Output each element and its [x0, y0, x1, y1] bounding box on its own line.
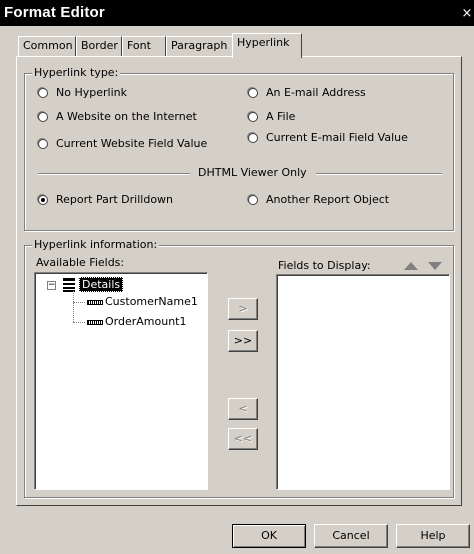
- tab-label: Border: [81, 39, 118, 52]
- tree-line: [73, 322, 85, 323]
- radio-file[interactable]: A File: [248, 110, 295, 123]
- radio-label: An E-mail Address: [266, 86, 366, 99]
- radio-label: Report Part Drilldown: [56, 193, 174, 206]
- tab-border[interactable]: Border: [76, 36, 122, 56]
- table-section-icon: [63, 278, 75, 292]
- radio-label: No Hyperlink: [56, 86, 127, 99]
- tab-paragraph[interactable]: Paragraph: [166, 36, 234, 56]
- tab-common[interactable]: Common: [18, 36, 76, 56]
- radio-button[interactable]: [248, 87, 258, 98]
- fields-to-display-label: Fields to Display:: [278, 259, 371, 272]
- remove-field-button[interactable]: <: [228, 398, 258, 420]
- fields-to-display-list[interactable]: [276, 274, 450, 490]
- cancel-button[interactable]: Cancel: [314, 524, 388, 548]
- dhtml-separator-right: [316, 173, 442, 175]
- ok-button[interactable]: OK: [232, 524, 306, 548]
- window-title: Format Editor: [4, 4, 105, 21]
- radio-report-part-drilldown[interactable]: Report Part Drilldown: [38, 193, 173, 206]
- tab-label: Common: [23, 39, 73, 52]
- radio-current-website-field[interactable]: Current Website Field Value: [38, 137, 207, 150]
- radio-label: A Website on the Internet: [56, 110, 197, 123]
- tree-item-label: OrderAmount1: [105, 315, 187, 328]
- field-icon: [87, 299, 103, 305]
- radio-website[interactable]: A Website on the Internet: [38, 110, 197, 123]
- tab-hyperlink[interactable]: Hyperlink: [232, 33, 302, 58]
- close-icon[interactable]: ×: [460, 6, 474, 22]
- tab-label: Paragraph: [171, 39, 228, 52]
- collapse-icon[interactable]: −: [47, 281, 56, 290]
- remove-all-fields-button[interactable]: <<: [228, 428, 258, 450]
- tab-label: Hyperlink: [237, 36, 290, 49]
- available-fields-tree[interactable]: − Details CustomerName1 OrderAmount1: [34, 272, 208, 490]
- available-fields-label: Available Fields:: [36, 256, 125, 269]
- radio-button[interactable]: [248, 111, 258, 122]
- tab-font[interactable]: Font: [122, 36, 166, 56]
- tree-root-details[interactable]: Details: [79, 277, 124, 292]
- radio-button[interactable]: [38, 138, 48, 149]
- hyperlink-type-title: Hyperlink type:: [32, 66, 121, 79]
- hyperlink-information-title-text: Hyperlink information:: [34, 238, 158, 251]
- radio-label: Another Report Object: [266, 193, 390, 206]
- field-icon: [87, 319, 103, 325]
- tab-label: Font: [127, 39, 151, 52]
- radio-email-address[interactable]: An E-mail Address: [248, 86, 366, 99]
- radio-button[interactable]: [38, 194, 48, 205]
- tree-line: [73, 291, 74, 322]
- radio-button[interactable]: [248, 132, 258, 143]
- radio-label: Current E-mail Field Value: [266, 131, 408, 144]
- radio-button[interactable]: [38, 111, 48, 122]
- sort-down-icon[interactable]: [428, 262, 442, 270]
- tree-item[interactable]: CustomerName1: [87, 295, 198, 308]
- radio-another-report-object[interactable]: Another Report Object: [248, 193, 389, 206]
- tree-item-label: CustomerName1: [105, 295, 198, 308]
- sort-up-icon[interactable]: [404, 262, 418, 270]
- radio-button[interactable]: [38, 87, 48, 98]
- radio-label: Current Website Field Value: [56, 137, 208, 150]
- add-all-fields-button[interactable]: >>: [228, 330, 258, 352]
- title-bar: Format Editor ×: [0, 0, 474, 26]
- radio-label: A File: [266, 110, 296, 123]
- hyperlink-type-title-text: Hyperlink type:: [34, 66, 119, 79]
- radio-no-hyperlink[interactable]: No Hyperlink: [38, 86, 127, 99]
- dhtml-separator-left: [38, 173, 190, 175]
- radio-current-email-field[interactable]: Current E-mail Field Value: [248, 131, 408, 144]
- help-button[interactable]: Help: [396, 524, 470, 548]
- radio-button[interactable]: [248, 194, 258, 205]
- hyperlink-information-title: Hyperlink information:: [32, 238, 160, 251]
- dhtml-viewer-label: DHTML Viewer Only: [198, 166, 307, 179]
- tree-line: [73, 302, 85, 303]
- add-field-button[interactable]: >: [228, 298, 258, 320]
- tree-item[interactable]: OrderAmount1: [87, 315, 187, 328]
